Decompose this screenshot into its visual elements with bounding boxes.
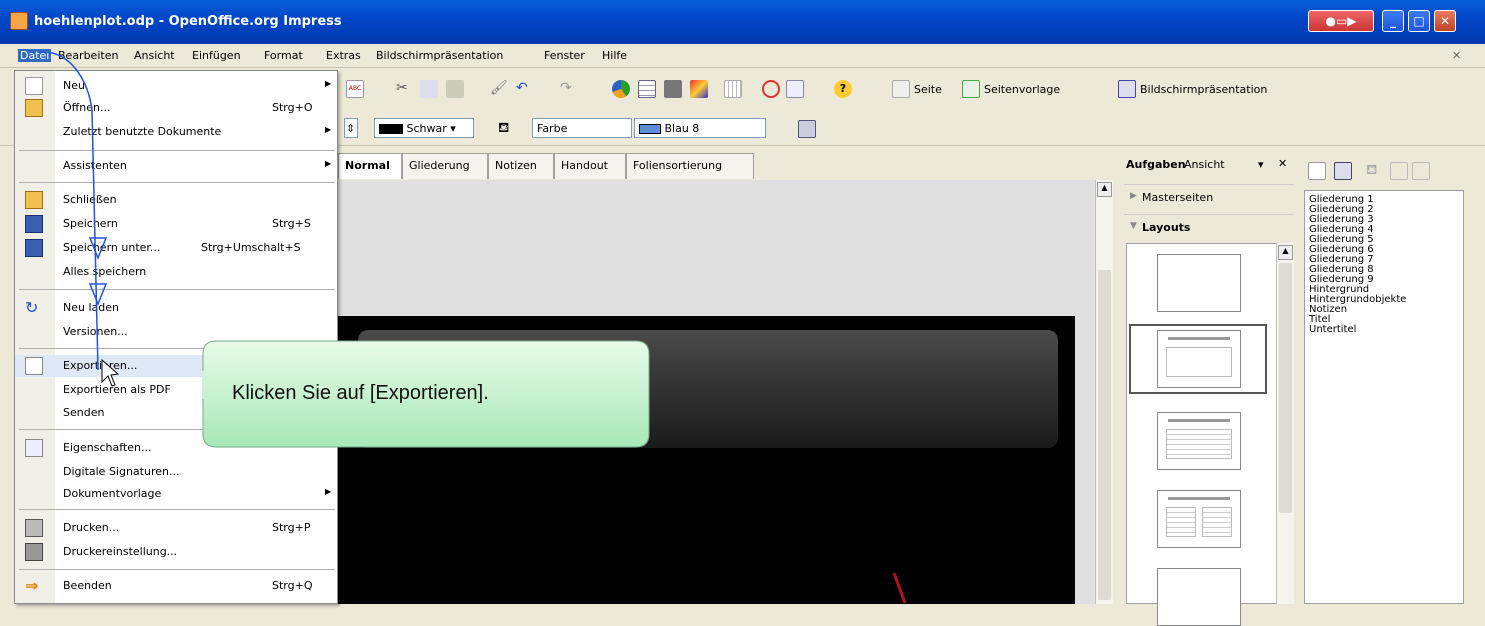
callout-text: Klicken Sie auf [Exportieren].	[232, 382, 489, 404]
tutorial-path-overlay	[39, 51, 120, 387]
instruction-callout: Klicken Sie auf [Exportieren].	[202, 340, 650, 448]
mouse-cursor-icon	[101, 358, 120, 387]
path-arrow-2-icon	[88, 283, 108, 307]
path-line	[39, 51, 99, 371]
path-arrow-1-icon	[88, 237, 108, 261]
